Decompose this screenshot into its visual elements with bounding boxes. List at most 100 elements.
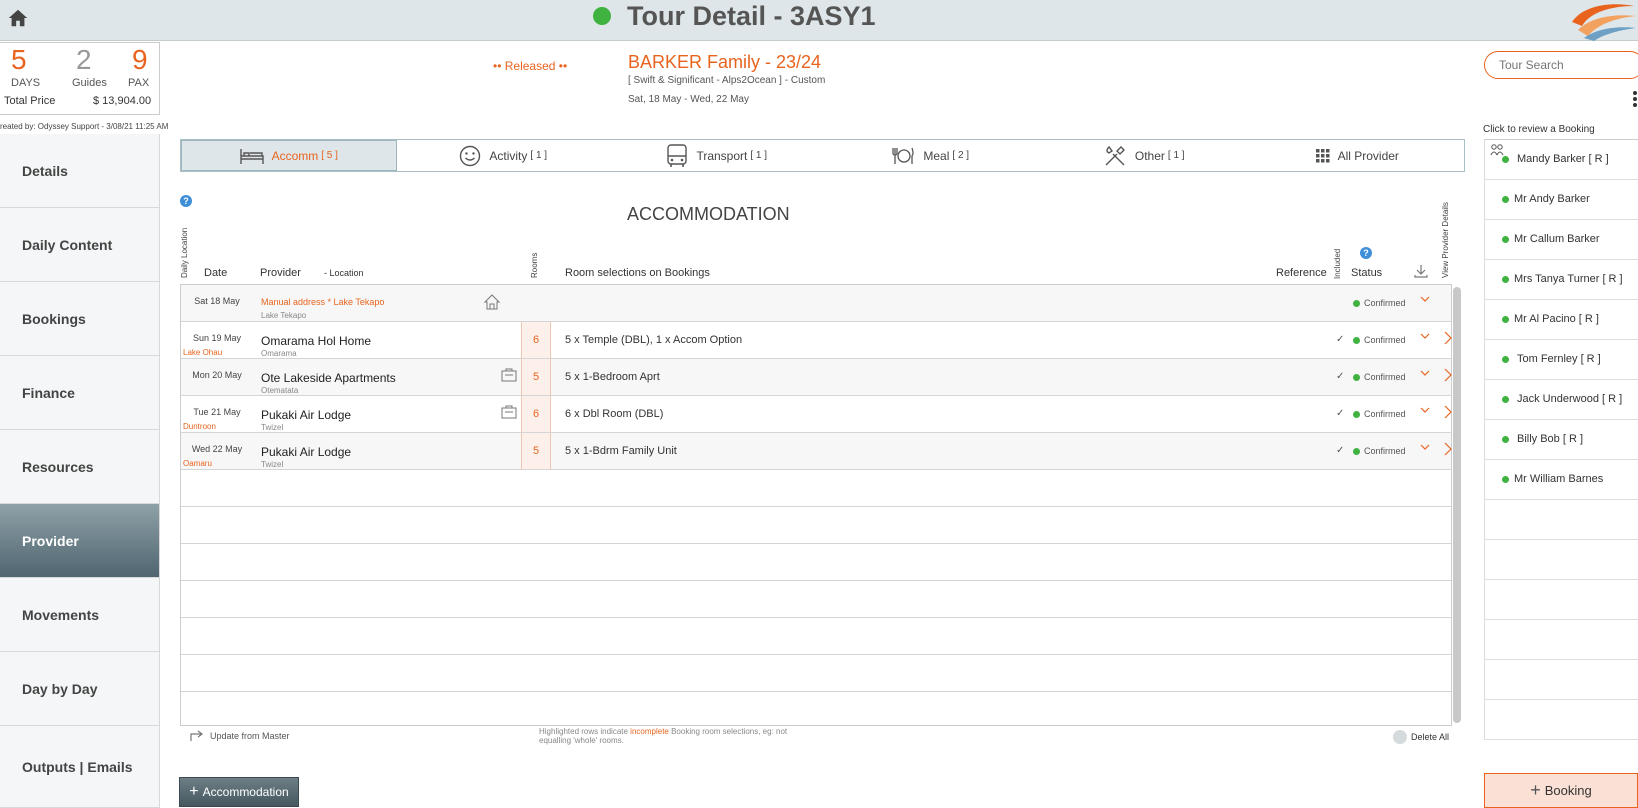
add-accommodation-button[interactable]: + Accommodation xyxy=(179,777,299,807)
house-icon[interactable] xyxy=(484,294,500,310)
chevron-right-icon[interactable] xyxy=(1443,367,1453,383)
booking-item[interactable]: Mr Andy Barker xyxy=(1484,180,1638,220)
chevron-right-icon[interactable] xyxy=(1443,330,1453,346)
more-options-icon[interactable] xyxy=(1632,90,1638,108)
empty-row xyxy=(181,507,1451,544)
room-selections-header: Room selections on Bookings xyxy=(565,267,710,279)
sidebar-item-daily-content[interactable]: Daily Content xyxy=(0,208,160,282)
status-dot xyxy=(1353,374,1360,381)
table-scrollbar[interactable] xyxy=(1453,287,1461,723)
booking-item[interactable]: Mr William Barnes xyxy=(1484,460,1638,500)
bed-icon xyxy=(239,148,264,164)
daily-location-header: Daily Location xyxy=(180,227,189,278)
note-highlight: incomplete xyxy=(630,727,669,736)
download-icon[interactable] xyxy=(1414,264,1428,278)
included-header: Included xyxy=(1333,248,1342,279)
luggage-icon[interactable] xyxy=(501,404,517,420)
pax-value: 9 xyxy=(132,44,148,75)
pax-label: PAX xyxy=(128,77,150,89)
sidebar-item-movements[interactable]: Movements xyxy=(0,578,160,652)
guides-label: Guides xyxy=(72,77,107,89)
row-provider[interactable]: Manual address * Lake Tekapo xyxy=(261,297,384,307)
row-provider[interactable]: Ote Lakeside Apartments xyxy=(261,371,396,385)
sidebar-item-day-by-day[interactable]: Day by Day xyxy=(0,652,160,726)
booking-name: Tom Fernley [ R ] xyxy=(1517,353,1601,365)
date-header: Date xyxy=(204,267,228,279)
section-title: ACCOMMODATION xyxy=(627,204,790,224)
sidebar-item-resources[interactable]: Resources xyxy=(0,430,160,504)
empty-row xyxy=(181,470,1451,507)
sidebar-item-details[interactable]: Details xyxy=(0,134,160,208)
row-location: Otematata xyxy=(261,386,299,395)
row-location: Twizel xyxy=(261,423,284,432)
delete-all-button[interactable]: Delete All xyxy=(1393,730,1449,744)
tour-subtitle: [ Swift & Significant - Alps2Ocean ] - C… xyxy=(628,75,826,86)
chevron-down-icon[interactable] xyxy=(1419,367,1431,379)
booking-item[interactable]: Billy Bob [ R ] xyxy=(1484,420,1638,460)
grid-icon xyxy=(1315,148,1330,162)
tab-activity[interactable]: Activity [ 1 ] xyxy=(397,140,611,171)
row-status: Confirmed xyxy=(1364,409,1406,419)
status-dot xyxy=(1502,156,1509,163)
tour-dates: Sat, 18 May - Wed, 22 May xyxy=(628,94,749,105)
share-icon xyxy=(190,730,203,741)
booking-name: Mrs Tanya Turner [ R ] xyxy=(1514,273,1623,285)
status-help-icon[interactable]: ? xyxy=(1360,247,1372,259)
add-booking-button[interactable]: + Booking xyxy=(1484,773,1638,808)
row-rooms: 6 xyxy=(521,322,551,358)
sidebar-item-bookings[interactable]: Bookings xyxy=(0,282,160,356)
included-check-icon: ✓ xyxy=(1336,408,1345,419)
table-row[interactable]: Tue 21 May Duntroon Pukaki Air Lodge Twi… xyxy=(181,396,1453,433)
sidebar-item-outputs-emails[interactable]: Outputs | Emails xyxy=(0,726,160,808)
row-status: Confirmed xyxy=(1364,372,1406,382)
tab-accomm[interactable]: Accomm [ 5 ] xyxy=(181,140,397,171)
chevron-right-icon[interactable] xyxy=(1443,404,1453,420)
booking-item[interactable]: Jack Underwood [ R ] xyxy=(1484,380,1638,420)
row-location: Omarama xyxy=(261,349,297,358)
tab-activity-count: [ 1 ] xyxy=(530,150,548,161)
update-from-master-button[interactable]: Update from Master xyxy=(190,730,290,742)
row-rooms: 5 xyxy=(521,359,551,395)
rooms-header: Rooms xyxy=(530,252,539,278)
booking-item[interactable]: Mr Al Pacino [ R ] xyxy=(1484,300,1638,340)
chevron-down-icon[interactable] xyxy=(1419,293,1431,305)
row-daily-location: Lake Ohau xyxy=(183,348,223,357)
table-row[interactable]: Wed 22 May Oamaru Pukaki Air Lodge Twize… xyxy=(181,433,1453,470)
chevron-down-icon[interactable] xyxy=(1419,330,1431,342)
booking-item[interactable]: Mandy Barker [ R ] xyxy=(1484,140,1638,180)
tour-search-input[interactable] xyxy=(1484,51,1638,79)
tab-other[interactable]: Other [ 1 ] xyxy=(1037,140,1251,171)
booking-name: Mr Andy Barker xyxy=(1514,193,1590,205)
chevron-down-icon[interactable] xyxy=(1419,404,1431,416)
booking-name: Mr Callum Barker xyxy=(1514,233,1600,245)
home-icon[interactable] xyxy=(7,7,29,29)
included-check-icon: ✓ xyxy=(1336,371,1345,382)
booking-item[interactable]: Mrs Tanya Turner [ R ] xyxy=(1484,260,1638,300)
luggage-icon[interactable] xyxy=(501,367,517,383)
row-status: Confirmed xyxy=(1364,335,1406,345)
sidebar-item-finance[interactable]: Finance xyxy=(0,356,160,430)
highlight-note: Highlighted rows indicate incomplete Boo… xyxy=(539,727,799,745)
table-row[interactable]: Sun 19 May Lake Ohau Omarama Hol Home Om… xyxy=(181,322,1453,359)
status-dot xyxy=(1502,436,1509,443)
row-room-selection: 5 x Temple (DBL), 1 x Accom Option xyxy=(565,334,743,346)
chevron-down-icon[interactable] xyxy=(1419,441,1431,453)
help-icon[interactable]: ? xyxy=(180,195,192,207)
booking-name: Jack Underwood [ R ] xyxy=(1517,393,1623,405)
chevron-right-icon[interactable] xyxy=(1443,441,1453,457)
tab-meal[interactable]: Meal [ 2 ] xyxy=(824,140,1038,171)
included-check-icon: ✓ xyxy=(1336,445,1345,456)
table-row[interactable]: Sat 18 May Manual address * Lake Tekapo … xyxy=(181,285,1451,322)
tab-all-provider[interactable]: All Provider xyxy=(1251,140,1465,171)
sidebar-item-provider[interactable]: Provider xyxy=(0,504,160,578)
empty-row xyxy=(181,544,1451,581)
booking-item[interactable]: Tom Fernley [ R ] xyxy=(1484,340,1638,380)
accommodation-table: Sat 18 May Manual address * Lake Tekapo … xyxy=(180,284,1461,726)
row-provider[interactable]: Pukaki Air Lodge xyxy=(261,445,351,459)
table-row[interactable]: Mon 20 May Ote Lakeside Apartments Otema… xyxy=(181,359,1453,396)
row-provider[interactable]: Omarama Hol Home xyxy=(261,334,371,348)
tab-transport[interactable]: Transport [ 1 ] xyxy=(610,140,824,171)
row-provider[interactable]: Pukaki Air Lodge xyxy=(261,408,351,422)
reference-header: Reference xyxy=(1276,267,1327,279)
booking-item[interactable]: Mr Callum Barker xyxy=(1484,220,1638,260)
